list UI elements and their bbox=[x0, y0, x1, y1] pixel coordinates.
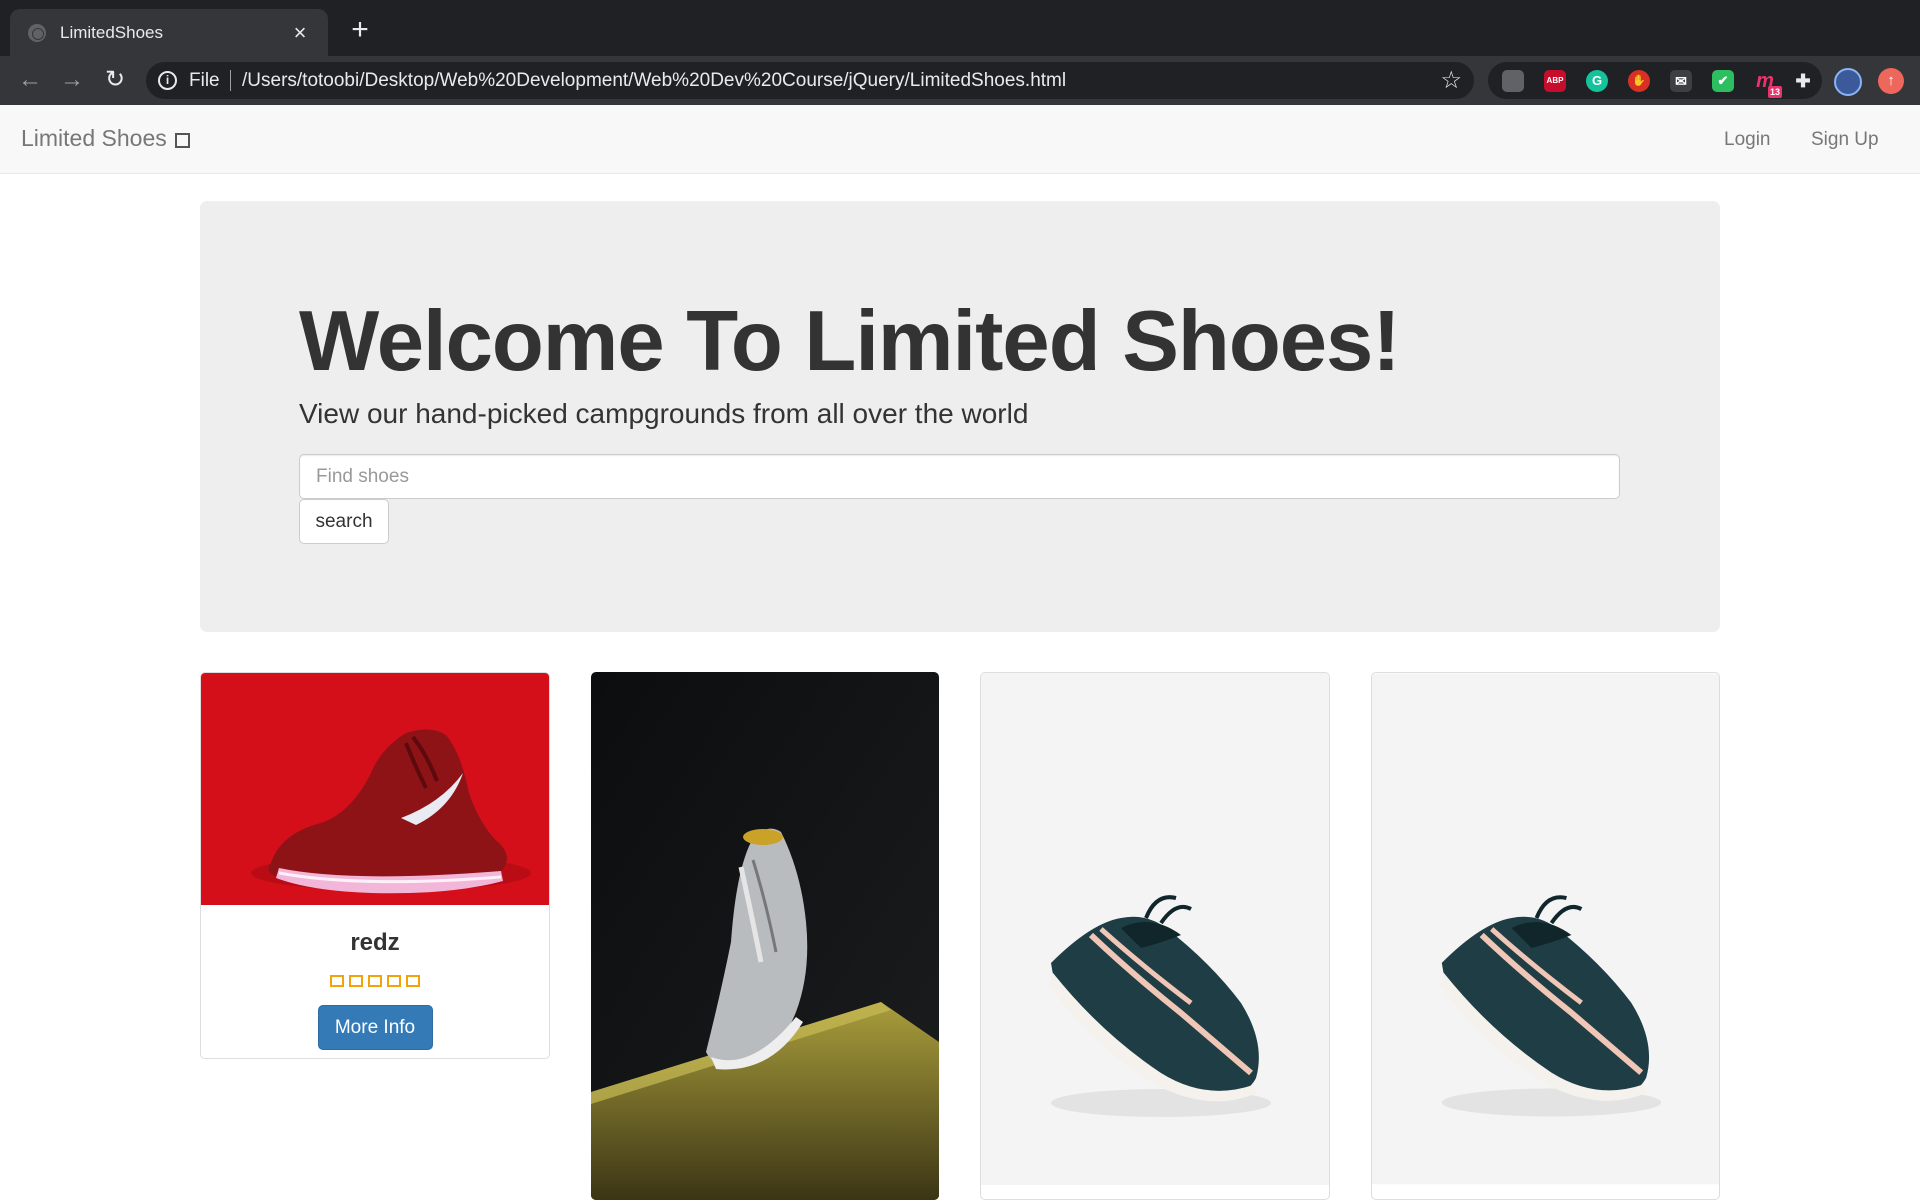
update-icon[interactable]: ↑ bbox=[1878, 68, 1904, 94]
mail-check-icon[interactable]: ✉ bbox=[1670, 70, 1692, 92]
more-info-button[interactable]: More Info bbox=[317, 1005, 433, 1050]
brand-text: Limited Shoes bbox=[21, 125, 167, 151]
signup-link[interactable]: Sign Up bbox=[1811, 129, 1879, 151]
browser-tab-strip: LimitedShoes × + bbox=[0, 0, 1920, 56]
address-divider bbox=[230, 70, 231, 91]
browser-toolbar: ← → ↻ i File /Users/totoobi/Desktop/Web%… bbox=[0, 56, 1920, 105]
star-outline-icon bbox=[368, 975, 382, 987]
profile-avatar[interactable] bbox=[1834, 68, 1862, 96]
forward-arrow-icon[interactable]: → bbox=[56, 64, 88, 96]
grammarly-icon[interactable]: G bbox=[1586, 70, 1608, 92]
teal-sneaker-image bbox=[981, 673, 1329, 1185]
star-outline-icon bbox=[349, 975, 363, 987]
red-sneaker-image bbox=[201, 673, 549, 905]
info-icon[interactable]: i bbox=[158, 71, 177, 90]
brand-square-icon bbox=[174, 132, 190, 148]
brand-link[interactable]: Limited Shoes bbox=[21, 125, 190, 152]
star-outline-icon bbox=[330, 975, 344, 987]
reload-icon[interactable]: ↻ bbox=[99, 64, 131, 96]
address-bar[interactable]: i File /Users/totoobi/Desktop/Web%20Deve… bbox=[146, 62, 1474, 99]
stop-hand-icon[interactable]: ✋ bbox=[1628, 70, 1650, 92]
shoe-card bbox=[1371, 672, 1720, 1200]
url-text[interactable]: /Users/totoobi/Desktop/Web%20Development… bbox=[242, 70, 1066, 92]
search-button[interactable]: search bbox=[299, 499, 389, 544]
close-tab-icon[interactable]: × bbox=[286, 19, 314, 47]
shoe-card: redz More Info bbox=[200, 672, 550, 1059]
tab-title: LimitedShoes bbox=[60, 22, 164, 42]
card-title: redz bbox=[350, 929, 400, 956]
site-navbar: Limited Shoes Login Sign Up bbox=[0, 105, 1920, 174]
card-caption: redz More Info bbox=[201, 929, 549, 1050]
puzzle-icon[interactable]: ✚ bbox=[1792, 70, 1814, 92]
star-outline-icon bbox=[387, 975, 401, 987]
page-viewport: Limited Shoes Login Sign Up Welcome To L… bbox=[0, 105, 1920, 1200]
notification-m-icon[interactable]: m 13 bbox=[1754, 70, 1782, 98]
new-tab-button[interactable]: + bbox=[344, 14, 376, 46]
grey-sneaker-image bbox=[591, 672, 939, 1200]
bookmark-star-icon[interactable]: ☆ bbox=[1440, 66, 1462, 95]
page-subtitle: View our hand-picked campgrounds from al… bbox=[299, 398, 1029, 429]
globe-icon bbox=[28, 23, 46, 42]
dog-extension-icon[interactable] bbox=[1502, 70, 1524, 92]
shoe-card bbox=[591, 672, 939, 1200]
star-outline-icon bbox=[406, 975, 420, 987]
page-title: Welcome To Limited Shoes! bbox=[299, 294, 1401, 389]
evernote-icon[interactable]: ✔ bbox=[1712, 70, 1734, 92]
notification-badge: 13 bbox=[1767, 86, 1782, 98]
adblock-plus-icon[interactable]: ABP bbox=[1544, 70, 1566, 92]
scheme-label: File bbox=[189, 70, 220, 91]
login-link[interactable]: Login bbox=[1724, 129, 1771, 151]
hero-jumbotron: Welcome To Limited Shoes! View our hand-… bbox=[200, 201, 1720, 632]
shoe-card bbox=[980, 672, 1330, 1200]
browser-tab[interactable]: LimitedShoes × bbox=[10, 9, 328, 56]
teal-sneaker-image bbox=[1372, 673, 1719, 1185]
extensions-bar: ABP G ✋ ✉ ✔ m 13 ✚ bbox=[1488, 62, 1822, 99]
search-input[interactable] bbox=[299, 454, 1620, 499]
rating-stars bbox=[201, 975, 549, 987]
back-arrow-icon[interactable]: ← bbox=[14, 64, 46, 96]
